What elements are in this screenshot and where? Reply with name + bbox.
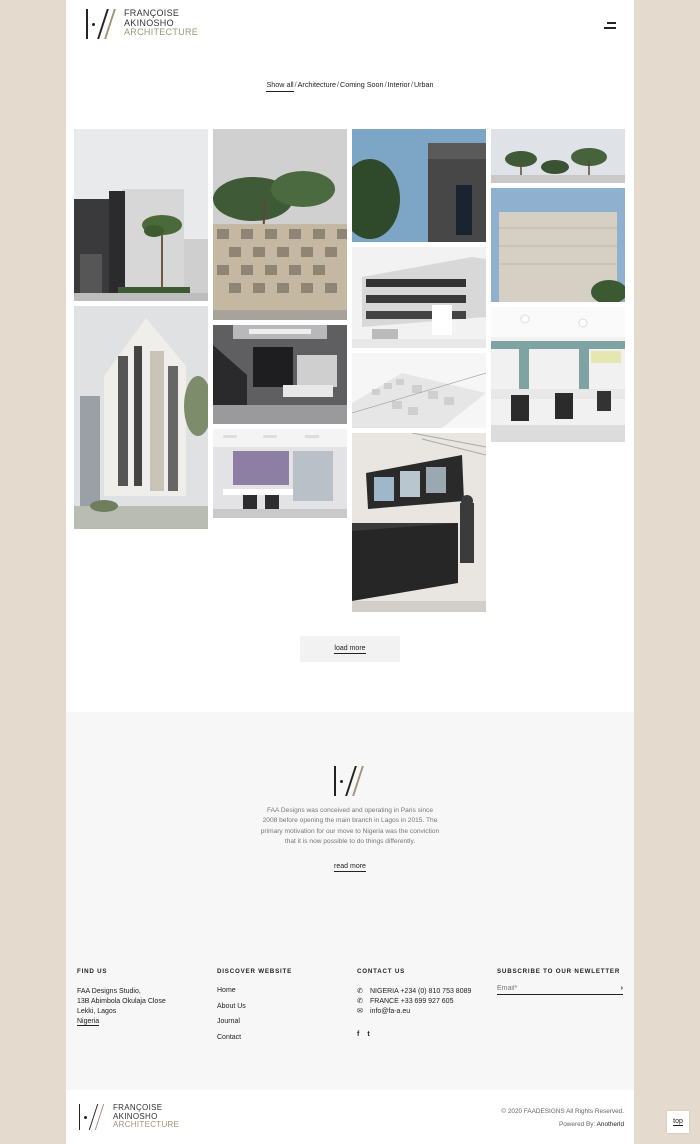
about-section: FAA Designs was conceived and operating … bbox=[66, 712, 634, 1090]
twitter-icon[interactable]: t bbox=[367, 1031, 369, 1038]
filter-separator: / bbox=[337, 80, 339, 89]
copyright-text: © 2020 FAADESIGNS All Rights Reserved. bbox=[501, 1108, 624, 1115]
hamburger-menu-icon[interactable] bbox=[604, 22, 616, 30]
back-to-top-button[interactable]: top bbox=[667, 1111, 689, 1133]
subscribe-title: SUBSCRIBE TO OUR NEWLETTER bbox=[497, 968, 621, 975]
address-line: 13B Abimbola Okulaja Close bbox=[77, 998, 166, 1005]
project-tile-kiosk[interactable] bbox=[352, 433, 486, 612]
phone-nigeria: NIGERIA +234 (0) 810 753 8089 bbox=[370, 988, 472, 995]
footer-logo[interactable]: FRANÇOISE AKINOSHO ARCHITECTURE bbox=[77, 1103, 180, 1130]
filter-nav: Show all/Architecture/Coming Soon/Interi… bbox=[66, 80, 634, 92]
footer-link-journal[interactable]: Journal bbox=[217, 1014, 292, 1030]
filter-separator: / bbox=[384, 80, 387, 89]
project-tile-ribbed-facade[interactable] bbox=[491, 188, 625, 302]
project-tile-palms[interactable] bbox=[491, 129, 625, 183]
footer-link-contact[interactable]: Contact bbox=[217, 1030, 292, 1046]
filter-show-all[interactable]: Show all bbox=[266, 80, 294, 92]
copyright-block: © 2020 FAADESIGNS All Rights Reserved. P… bbox=[501, 1105, 624, 1131]
contact-email: info@fa-a.eu bbox=[370, 1008, 411, 1015]
bottom-bar: FRANÇOISE AKINOSHO ARCHITECTURE © 2020 F… bbox=[66, 1090, 634, 1144]
footer-link-about[interactable]: About Us bbox=[217, 999, 292, 1015]
project-tile-brick-wall[interactable] bbox=[213, 129, 347, 320]
read-more-link[interactable]: read more bbox=[334, 863, 366, 872]
address-line: Lekki, Lagos bbox=[77, 1008, 117, 1015]
filter-architecture[interactable]: Architecture bbox=[298, 80, 336, 89]
brand-logo[interactable]: FRANÇOISE AKINOSHO ARCHITECTURE bbox=[84, 8, 199, 39]
phone-nigeria-row[interactable]: ✆ NIGERIA +234 (0) 810 753 8089 bbox=[357, 987, 471, 997]
subscribe-column: SUBSCRIBE TO OUR NEWLETTER › bbox=[497, 968, 623, 995]
project-tile-sky-building[interactable] bbox=[352, 129, 486, 242]
address-line: FAA Designs Studio, bbox=[77, 988, 141, 995]
page: FRANÇOISE AKINOSHO ARCHITECTURE Show all… bbox=[66, 0, 634, 1144]
brand-line-3: ARCHITECTURE bbox=[124, 27, 199, 37]
find-us-title: FIND US bbox=[77, 968, 108, 975]
back-to-top-label: top bbox=[673, 1118, 683, 1126]
project-tile-villa[interactable] bbox=[74, 129, 208, 301]
logo-mark-icon bbox=[77, 1104, 107, 1130]
about-description: FAA Designs was conceived and operating … bbox=[260, 807, 440, 845]
phone-icon: ✆ bbox=[357, 998, 363, 1005]
social-links: f t bbox=[357, 1031, 471, 1038]
project-tile-massing-model[interactable] bbox=[352, 353, 486, 428]
filter-interior[interactable]: Interior bbox=[388, 80, 410, 89]
read-more-row: read more bbox=[66, 863, 634, 872]
contact-column: CONTACT US ✆ NIGERIA +234 (0) 810 753 80… bbox=[357, 968, 471, 1038]
newsletter-email-input[interactable] bbox=[497, 985, 597, 992]
discover-title: DISCOVER WEBSITE bbox=[217, 968, 293, 975]
filter-separator: / bbox=[294, 80, 297, 89]
filter-separator: / bbox=[410, 80, 413, 89]
powered-by-link[interactable]: Anotherld bbox=[597, 1121, 624, 1128]
logo-mark-icon bbox=[84, 9, 118, 39]
country-link[interactable]: Nigeria bbox=[77, 1018, 100, 1026]
newsletter-field: › bbox=[497, 983, 623, 995]
filter-urban[interactable]: Urban bbox=[414, 80, 434, 89]
project-tile-staircase[interactable] bbox=[213, 325, 347, 424]
discover-column: DISCOVER WEBSITE Home About Us Journal C… bbox=[217, 968, 292, 1045]
load-more-label: load more bbox=[334, 644, 366, 654]
email-row[interactable]: ✉ info@fa-a.eu bbox=[357, 1007, 471, 1017]
project-tile-teal-office[interactable] bbox=[491, 307, 625, 442]
footer-link-home[interactable]: Home bbox=[217, 983, 292, 999]
send-icon[interactable]: › bbox=[621, 985, 623, 992]
phone-france-row[interactable]: ✆ FRANCE +33 699 927 605 bbox=[357, 997, 471, 1007]
filter-coming-soon[interactable]: Coming Soon bbox=[340, 80, 384, 89]
contact-title: CONTACT US bbox=[357, 968, 406, 975]
find-us-column: FIND US FAA Designs Studio, 13B Abimbola… bbox=[77, 968, 166, 1027]
phone-icon: ✆ bbox=[357, 988, 363, 995]
load-more-button[interactable]: load more bbox=[300, 636, 400, 662]
project-tile-terraced-building[interactable] bbox=[352, 247, 486, 348]
project-tile-tower[interactable] bbox=[74, 306, 208, 529]
powered-by-label: Powered By: bbox=[558, 1121, 596, 1128]
facebook-icon[interactable]: f bbox=[357, 1031, 359, 1038]
phone-france: FRANCE +33 699 927 605 bbox=[370, 998, 454, 1005]
logo-mark-icon bbox=[332, 766, 368, 796]
brand-line-3: ARCHITECTURE bbox=[113, 1120, 180, 1129]
mail-icon: ✉ bbox=[357, 1008, 363, 1015]
project-tile-lilac-office[interactable] bbox=[213, 429, 347, 518]
credit-line: Powered By: Anotherld bbox=[501, 1118, 624, 1131]
